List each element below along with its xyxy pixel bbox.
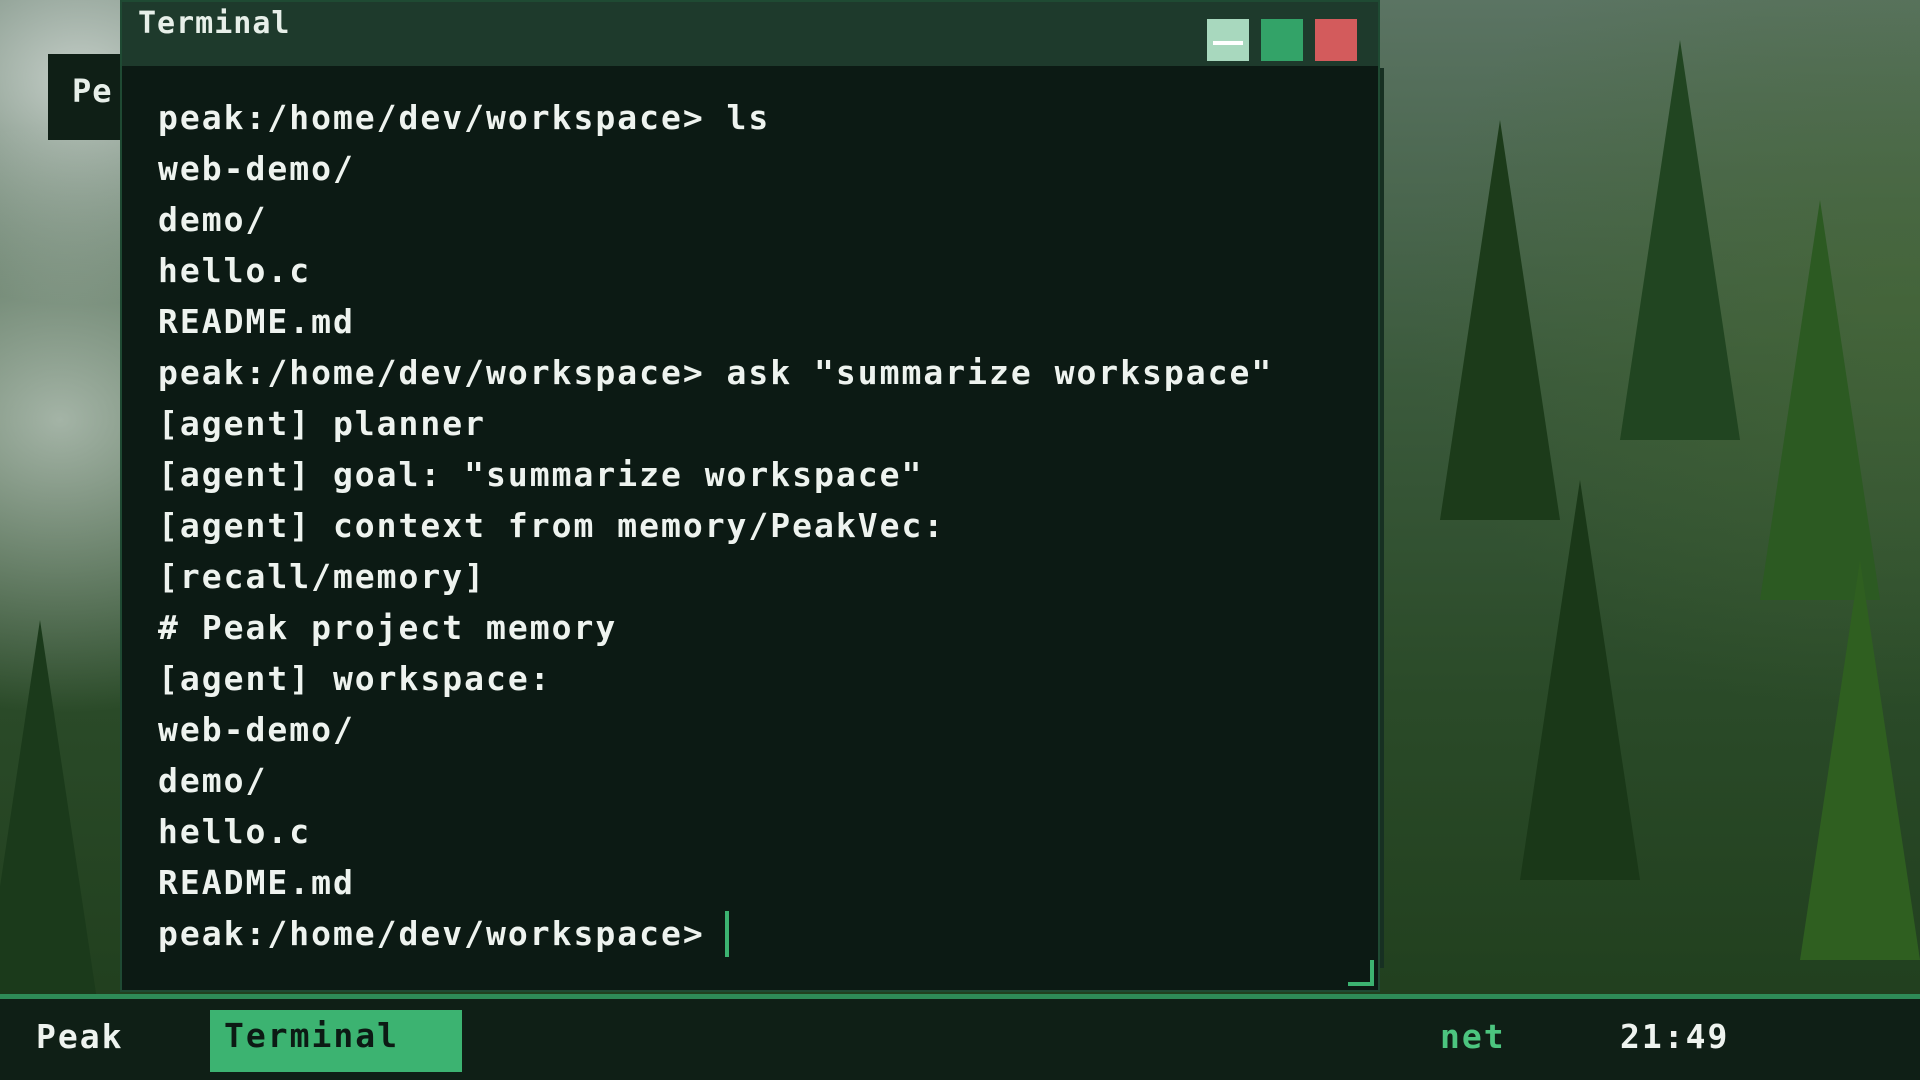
terminal-line: web-demo/: [158, 149, 355, 188]
background-window-title: Pe: [72, 72, 113, 110]
terminal-line: demo/: [158, 200, 268, 239]
minimize-button[interactable]: [1207, 19, 1249, 61]
terminal-line: web-demo/: [158, 710, 355, 749]
resize-grip-icon[interactable]: [1348, 960, 1374, 986]
terminal-line: demo/: [158, 761, 268, 800]
start-menu-button[interactable]: Peak: [36, 1017, 123, 1056]
wallpaper-tree: [1800, 560, 1920, 960]
terminal-line: [agent] workspace:: [158, 659, 552, 698]
terminal-title: Terminal: [138, 6, 291, 41]
close-button[interactable]: [1315, 19, 1357, 61]
terminal-line: README.md: [158, 302, 355, 341]
terminal-line: # Peak project memory: [158, 608, 618, 647]
wallpaper-tree: [1760, 200, 1880, 600]
command-prompt[interactable]: peak:/home/dev/workspace>: [158, 908, 1388, 959]
terminal-line: peak:/home/dev/workspace> ask "summarize…: [158, 353, 1274, 392]
terminal-output[interactable]: peak:/home/dev/workspace> ls web-demo/ d…: [158, 92, 1388, 972]
prompt-text: peak:/home/dev/workspace>: [158, 914, 705, 953]
terminal-line: [recall/memory]: [158, 557, 487, 596]
wallpaper-tree: [1620, 40, 1740, 440]
taskbar-item-terminal[interactable]: Terminal: [210, 1010, 462, 1072]
network-status[interactable]: net: [1440, 1017, 1506, 1056]
terminal-line: [agent] context from memory/PeakVec:: [158, 506, 946, 545]
terminal-line: peak:/home/dev/workspace> ls: [158, 98, 771, 137]
minimize-icon: [1213, 41, 1243, 45]
wallpaper-tree: [1440, 120, 1560, 520]
terminal-titlebar[interactable]: Terminal: [122, 2, 1378, 66]
taskbar-item-label: Terminal: [224, 1016, 399, 1055]
maximize-button[interactable]: [1261, 19, 1303, 61]
wallpaper-tree: [0, 620, 100, 1020]
terminal-line: README.md: [158, 863, 355, 902]
terminal-line: [agent] planner: [158, 404, 487, 443]
terminal-line: hello.c: [158, 812, 312, 851]
clock[interactable]: 21:49: [1620, 1017, 1729, 1056]
text-cursor: [724, 910, 729, 957]
wallpaper-tree: [1520, 480, 1640, 880]
terminal-line: [agent] goal: "summarize workspace": [158, 455, 924, 494]
taskbar: Peak Terminal net 21:49: [0, 994, 1920, 1080]
terminal-line: hello.c: [158, 251, 312, 290]
terminal-scrollbar[interactable]: [1380, 68, 1384, 968]
terminal-window[interactable]: Terminal peak:/home/dev/workspace> ls we…: [120, 0, 1384, 992]
